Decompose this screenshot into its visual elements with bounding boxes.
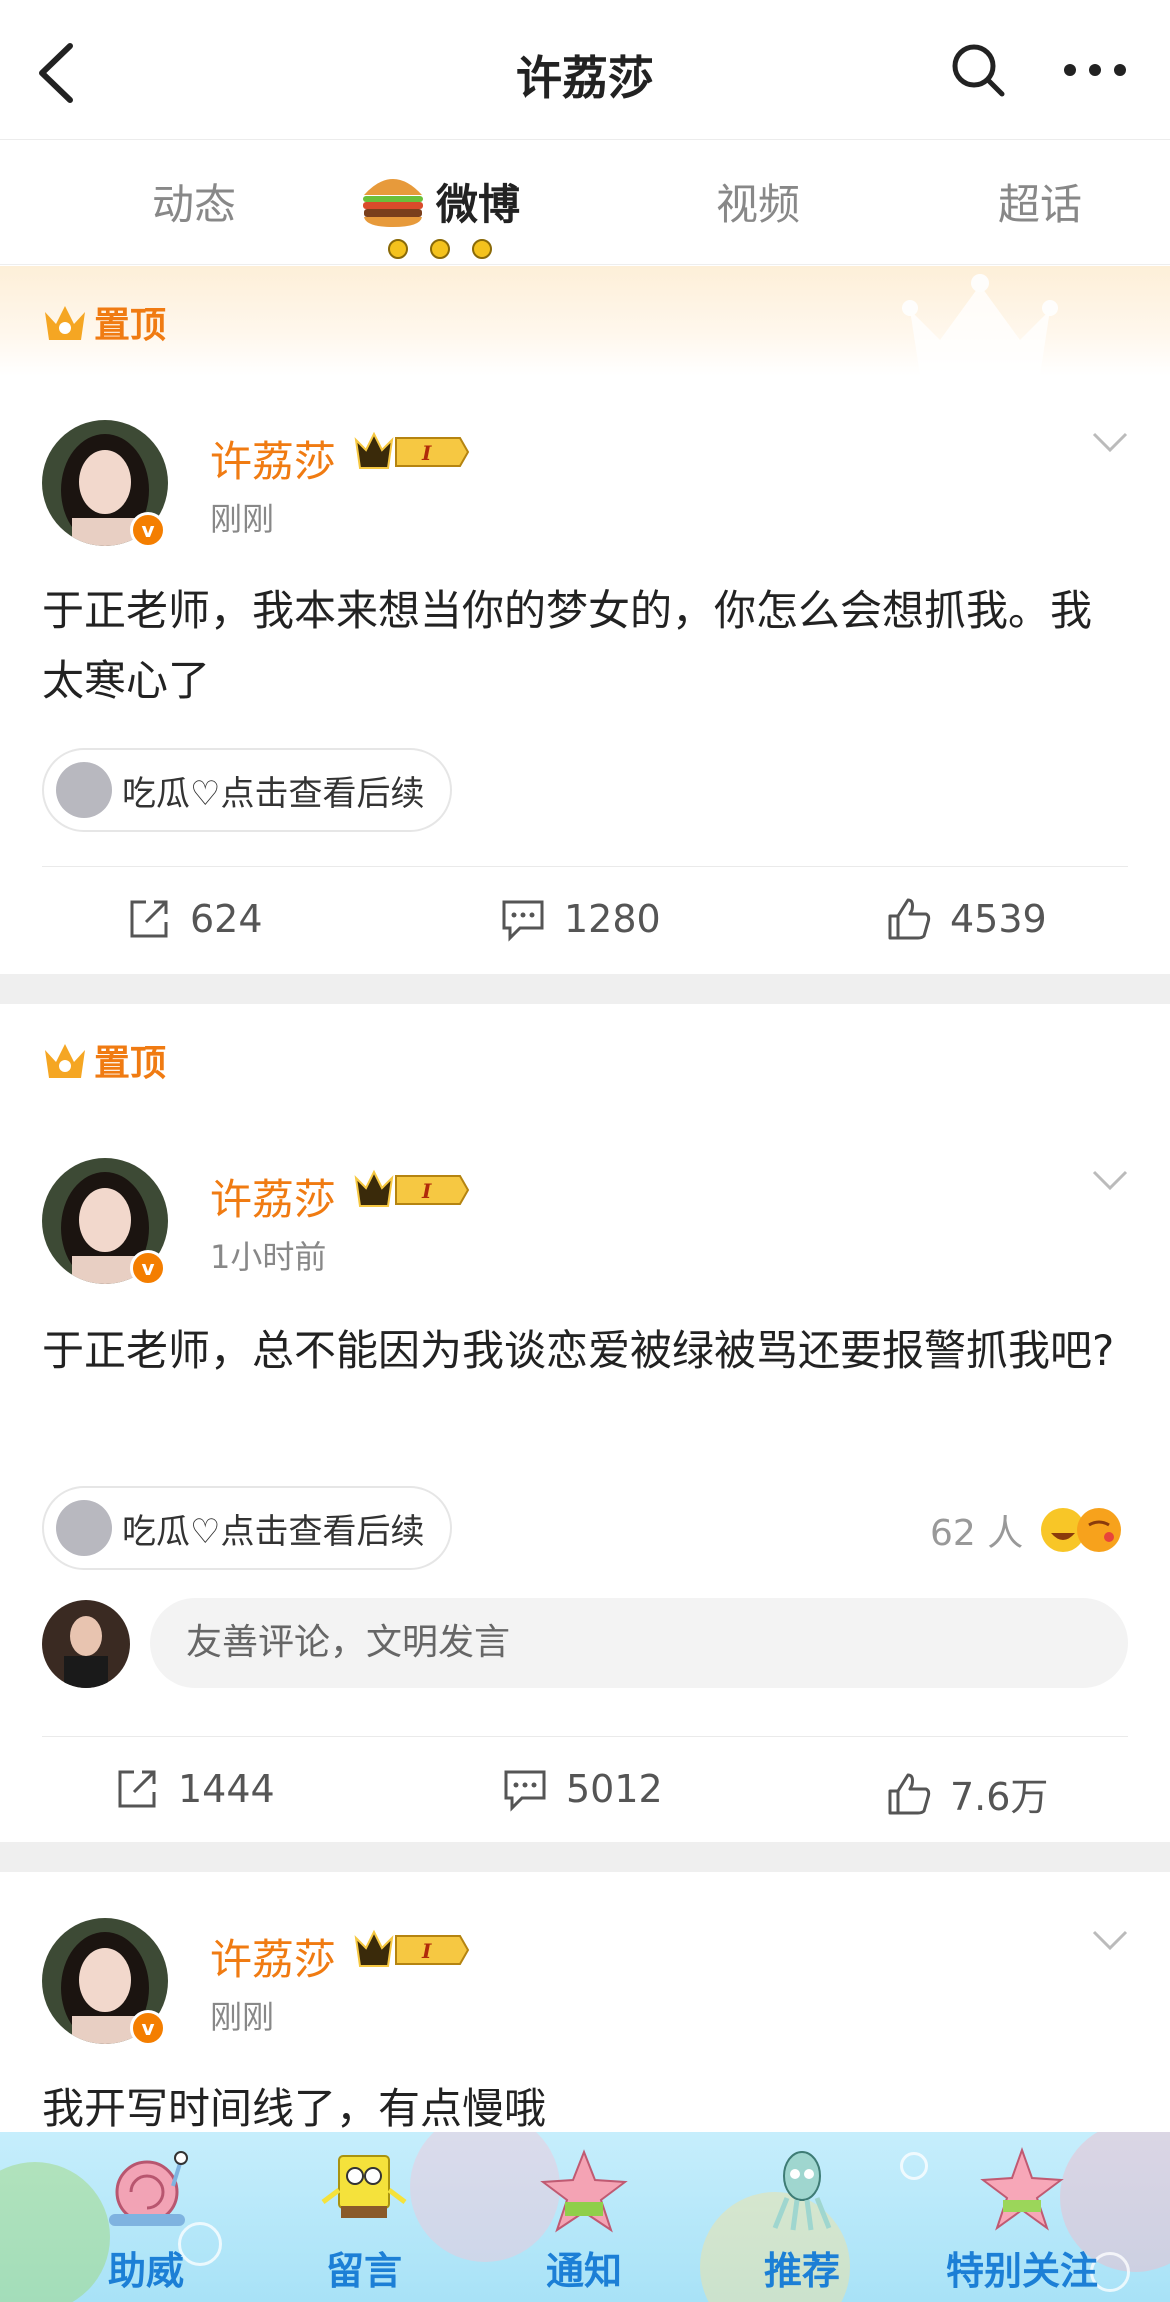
author-name[interactable]: 许荔莎 [210,428,336,489]
repost-button[interactable]: 1444 [114,1766,275,1812]
author-name[interactable]: 许荔莎 [210,1166,336,1227]
flower-topic-icon [56,762,112,818]
comment-button[interactable]: 5012 [502,1766,663,1812]
bottom-tab-messages[interactable]: 留言 [264,2132,464,2302]
coins-decoration-icon [388,239,492,259]
post-time: 刚刚 [210,1998,275,2036]
comment-icon [502,900,544,942]
post-text: 于正老师，我本来想当你的梦女的，你怎么会想抓我。我太寒心了 [42,586,1093,705]
sponge-icon [321,2155,407,2218]
comment-input-row: 友善评论，文明发言 [42,1598,1128,1690]
verified-badge: v [130,1250,166,1286]
post-time: 刚刚 [210,500,275,538]
profile-tabs: 动态 微博 视频 超话 [0,141,1170,265]
author-name[interactable]: 许荔莎 [210,1926,336,1987]
level-badge-icon: I [354,1929,470,1967]
topic-pill[interactable]: 吃瓜♡点击查看后续 [42,748,453,832]
flower-topic-icon [56,1500,112,1556]
pink-star-icon [980,2147,1064,2231]
starfish-icon [540,2149,628,2233]
level-badge-icon: I [354,1169,470,1207]
post-card[interactable]: v 许荔莎 I 刚刚 我开写时间线了，有点慢哦 [0,1872,1170,2133]
tab-dynamic[interactable]: 动态 [152,171,236,232]
user-avatar [42,1600,130,1688]
topic-pill[interactable]: 吃瓜♡点击查看后续 [42,1486,453,1570]
bottom-tab-recommend[interactable]: 推荐 [702,2132,902,2302]
like-button[interactable]: 7.6万 [886,1766,1048,1821]
snail-icon [109,2151,188,2226]
divider [42,1736,1128,1737]
repost-icon [118,1770,156,1808]
chevron-down-icon[interactable] [1090,430,1130,456]
crown-watermark-icon [902,274,1058,375]
reaction-summary[interactable]: 62 人 [930,1504,1127,1556]
bottom-tab-cheer[interactable]: 助威 [46,2132,246,2302]
repost-icon [130,900,168,938]
more-icon[interactable] [1060,42,1130,98]
repost-button[interactable]: 624 [126,896,263,942]
search-icon[interactable] [950,42,1006,98]
comment-input[interactable]: 友善评论，文明发言 [150,1598,1128,1688]
burger-icon [363,179,423,227]
crown-icon [45,1044,85,1078]
squid-icon [772,2151,832,2231]
svg-text:I: I [421,1179,432,1203]
comment-icon [504,1770,546,1812]
svg-text:I: I [421,1939,432,1963]
bottom-tab-notifications[interactable]: 通知 [484,2132,684,2302]
verified-badge: v [130,2010,166,2046]
like-button[interactable]: 4539 [886,896,1047,942]
emoji-reactions-icon [1041,1508,1122,1552]
top-nav-bar: 许荔莎 [0,0,1170,140]
bottom-tab-special-follow[interactable]: 特别关注 [922,2132,1122,2302]
tab-super-topic[interactable]: 超话 [998,171,1082,232]
pinned-tag: 置顶 [42,296,166,348]
post-card[interactable]: v 许荔莎 I 1小时前 于正老师，总不能因为我谈恋爱被绿被骂还要报警抓我吧? … [0,1112,1170,1842]
thumbs-up-icon [888,1773,931,1814]
divider [42,866,1128,867]
thumbs-up-icon [888,898,931,940]
tab-video[interactable]: 视频 [716,171,800,232]
chevron-down-icon[interactable] [1090,1168,1130,1194]
bottom-tab-bar: 助威 留言 通知 推荐 特别关注 [0,2132,1170,2302]
section-gap [0,974,1170,1004]
section-gap [0,1842,1170,1872]
pinned-tag: 置顶 [42,1034,166,1086]
post-text: 于正老师，总不能因为我谈恋爱被绿被骂还要报警抓我吧? [42,1326,1115,1375]
tab-weibo[interactable]: 微博 [436,171,520,232]
crown-icon [45,306,85,340]
post-card[interactable]: v 许荔莎 I 刚刚 于正老师，我本来想当你的梦女的，你怎么会想抓我。我太寒心了… [0,376,1170,974]
chevron-down-icon[interactable] [1090,1928,1130,1954]
post-time: 1小时前 [210,1238,327,1276]
svg-text:I: I [421,441,432,465]
comment-button[interactable]: 1280 [500,896,661,942]
verified-badge: v [130,512,166,548]
level-badge-icon: I [354,431,470,469]
